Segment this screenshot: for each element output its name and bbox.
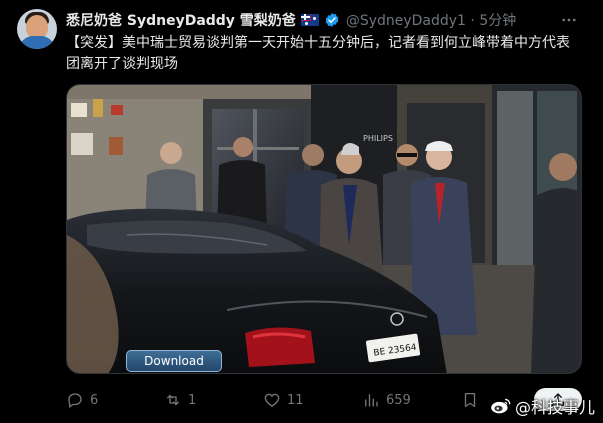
post-image[interactable]: PHILIPS BE 23564: [66, 84, 582, 374]
like-button[interactable]: 11: [263, 387, 304, 413]
building-sign-text: PHILIPS: [363, 134, 393, 143]
weibo-logo-icon: [491, 398, 511, 414]
repost-button[interactable]: 1: [164, 387, 196, 413]
display-name[interactable]: 悉尼奶爸 SydneyDaddy 雪梨奶爸: [66, 10, 296, 30]
views-button[interactable]: 659: [362, 387, 411, 413]
more-options-icon[interactable]: [557, 8, 581, 32]
reply-icon: [68, 393, 82, 409]
avatar-shirt: [19, 36, 55, 49]
reply-count: 6: [90, 392, 99, 408]
verified-badge-icon: [325, 13, 339, 27]
profile-avatar[interactable]: [17, 9, 57, 49]
reply-button[interactable]: 6: [66, 387, 98, 413]
street-scene-image: PHILIPS BE 23564: [67, 85, 581, 373]
post-header: 悉尼奶爸 SydneyDaddy 雪梨奶爸 @SydneyDaddy1 · 5分…: [66, 10, 603, 30]
bookmark-icon: [464, 392, 476, 408]
watermark-text: @科技事儿: [515, 398, 596, 417]
bookmark-button[interactable]: [461, 387, 485, 413]
download-button[interactable]: Download: [126, 350, 222, 372]
views-count: 659: [386, 392, 411, 408]
handle-and-timestamp[interactable]: @SydneyDaddy1 · 5分钟: [346, 10, 516, 30]
post-text: 【突发】美中瑞士贸易谈判第一天开始十五分钟后，记者看到何立峰带着中方代表团离开了…: [66, 35, 570, 72]
views-chart-icon: [365, 394, 378, 407]
like-count: 11: [287, 392, 304, 408]
weibo-watermark: @科技事儿: [490, 392, 595, 420]
heart-icon: [264, 393, 280, 407]
repost-count: 1: [188, 392, 197, 408]
australia-flag-icon: [300, 14, 319, 26]
repost-icon: [167, 394, 179, 406]
